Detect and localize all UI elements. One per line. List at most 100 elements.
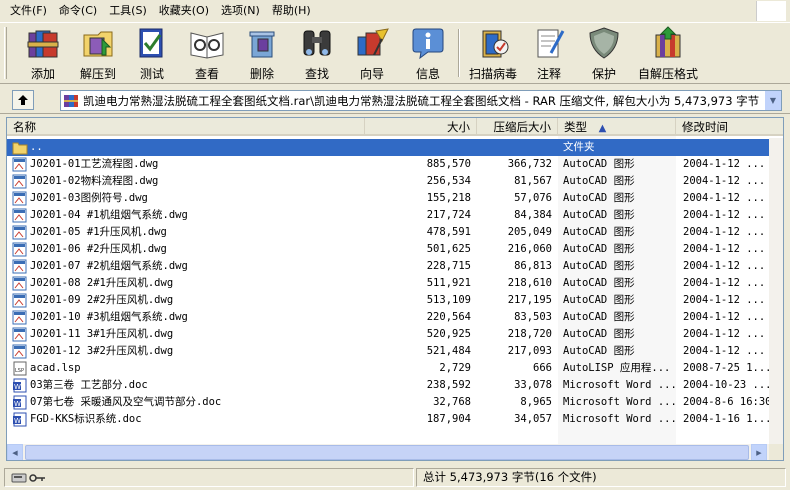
file-row[interactable]: W FGD-KKS标识系统.doc 187,904 34,057 Microsoft W…: [7, 411, 783, 428]
extract-to-icon: [83, 31, 113, 57]
file-row[interactable]: J0201-06 #2升压风机.dwg 501,625 216,060 AutoCAD…: [7, 241, 783, 258]
find-button[interactable]: 查找: [297, 25, 337, 83]
file-row[interactable]: W 07第七卷 采暖通风及空气调节部分.doc 32,768 8,965 Microso…: [7, 394, 783, 411]
rar-archive-icon: [64, 94, 78, 107]
menu-file[interactable]: 文件(F): [4, 1, 53, 21]
file-modified: 2004-10-23 ...: [683, 379, 772, 391]
file-row[interactable]: J0201-03图例符号.dwg 155,218 57,076 AutoCAD 图形 2…: [7, 190, 783, 207]
menu-favorites[interactable]: 收藏夹(O): [153, 1, 215, 21]
file-modified: 2004-1-12 ...: [683, 192, 766, 204]
file-packed-size: 8,965: [520, 396, 552, 408]
column-header-type[interactable]: 类型 ▲: [558, 118, 676, 136]
up-folder-button[interactable]: [12, 90, 34, 110]
column-header-name[interactable]: 名称: [7, 118, 365, 136]
add-button[interactable]: 添加: [20, 25, 66, 83]
file-size: 885,570: [426, 158, 471, 170]
file-row[interactable]: J0201-11 3#1升压风机.dwg 520,925 218,720 AutoCA…: [7, 326, 783, 343]
file-size: 217,724: [426, 209, 471, 221]
test-label: 测试: [139, 67, 164, 81]
view-button[interactable]: 查看: [185, 25, 229, 83]
find-icon: [303, 30, 331, 56]
column-header-packed[interactable]: 压缩后大小: [477, 118, 558, 136]
virus-scan-button[interactable]: 扫描病毒: [466, 25, 520, 83]
dwg-file-icon: [12, 293, 28, 308]
sort-ascending-icon: ▲: [598, 123, 607, 134]
wizard-button[interactable]: 向导: [352, 25, 392, 83]
wizard-icon: [357, 28, 389, 56]
virus-scan-icon: [482, 30, 509, 58]
svg-text:W: W: [14, 400, 21, 408]
file-type: Microsoft Word ...: [563, 413, 675, 425]
file-modified: 2004-1-12 ...: [683, 328, 766, 340]
file-row[interactable]: J0201-10 #3机组烟气系统.dwg 220,564 83,503 AutoCA…: [7, 309, 783, 326]
sfx-button[interactable]: 自解压格式: [636, 25, 700, 83]
file-row[interactable]: LSP acad.lsp 2,729 666 AutoLISP 应用程... 2008-7…: [7, 360, 783, 377]
file-type: AutoCAD 图形: [563, 175, 635, 187]
extract-to-button[interactable]: 解压到: [74, 25, 122, 83]
info-label: 信息: [415, 67, 440, 81]
column-header-size[interactable]: 大小: [365, 118, 477, 136]
doc-file-icon: W: [12, 412, 28, 427]
menu-tools[interactable]: 工具(S): [103, 1, 153, 21]
vertical-scrollbar[interactable]: [769, 138, 783, 444]
horizontal-scroll-thumb[interactable]: [25, 445, 749, 460]
file-modified: 2008-7-25 1...: [683, 362, 772, 374]
view-label: 查看: [194, 67, 219, 81]
horizontal-scrollbar[interactable]: ◀ ▶: [7, 444, 769, 460]
file-name: acad.lsp: [30, 362, 81, 374]
file-name: J0201-04 #1机组烟气系统.dwg: [30, 209, 188, 221]
file-type: AutoCAD 图形: [563, 158, 635, 170]
dwg-file-icon: [12, 242, 28, 257]
info-button[interactable]: 信息: [408, 25, 448, 83]
file-modified: 2004-1-12 ...: [683, 226, 766, 238]
file-type: AutoCAD 图形: [563, 243, 635, 255]
file-row[interactable]: J0201-05 #1升压风机.dwg 478,591 205,049 AutoCAD…: [7, 224, 783, 241]
menu-options[interactable]: 选项(N): [215, 1, 266, 21]
file-modified: 2004-1-12 ...: [683, 243, 766, 255]
scroll-right-button[interactable]: ▶: [751, 444, 767, 460]
menu-commands[interactable]: 命令(C): [53, 1, 103, 21]
dwg-file-icon: [12, 174, 28, 189]
drive-key-icon: [11, 473, 45, 482]
test-button[interactable]: 测试: [132, 25, 172, 83]
file-type: AutoCAD 图形: [563, 277, 635, 289]
file-name: J0201-05 #1升压风机.dwg: [30, 226, 167, 238]
protect-button[interactable]: 保护: [584, 25, 624, 83]
toolbar-grip: [4, 27, 7, 79]
file-modified: 2004-1-12 ...: [683, 294, 766, 306]
file-name: J0201-09 2#2升压风机.dwg: [30, 294, 174, 306]
scrollbar-corner: [769, 444, 783, 460]
lsp-file-icon: LSP: [12, 361, 28, 376]
file-packed-size: 86,813: [514, 260, 552, 272]
status-bar: 总计 5,473,973 字节(16 个文件): [0, 466, 790, 490]
file-modified: 2004-1-12 ...: [683, 260, 766, 272]
address-field[interactable]: 凯迪电力常熟湿法脱硫工程全套图纸文档.rar\凯迪电力常熟湿法脱硫工程全套图纸文…: [60, 90, 782, 111]
file-row[interactable]: W 03第三卷 工艺部分.doc 238,592 33,078 Microsoft Wo…: [7, 377, 783, 394]
column-header-modified[interactable]: 修改时间: [676, 118, 783, 136]
file-list: 名称 大小 压缩后大小 类型 ▲ 修改时间 .. 文件夹 J0201-01工艺流程图…: [6, 117, 784, 461]
file-packed-size: 217,093: [507, 345, 552, 357]
file-row[interactable]: J0201-04 #1机组烟气系统.dwg 217,724 84,384 AutoCA…: [7, 207, 783, 224]
file-row[interactable]: J0201-02物料流程图.dwg 256,534 81,567 AutoCAD 图形…: [7, 173, 783, 190]
file-packed-size: 205,049: [507, 226, 552, 238]
file-row[interactable]: J0201-07 #2机组烟气系统.dwg 228,715 86,813 AutoCA…: [7, 258, 783, 275]
file-row[interactable]: .. 文件夹: [7, 139, 783, 156]
scroll-left-button[interactable]: ◀: [7, 444, 23, 460]
file-row[interactable]: J0201-09 2#2升压风机.dwg 513,109 217,195 AutoCA…: [7, 292, 783, 309]
doc-file-icon: W: [12, 378, 28, 393]
file-packed-size: 34,057: [514, 413, 552, 425]
extract-to-label: 解压到: [79, 67, 116, 81]
menu-help[interactable]: 帮助(H): [266, 1, 317, 21]
file-name: J0201-06 #2升压风机.dwg: [30, 243, 167, 255]
file-size: 256,534: [426, 175, 471, 187]
delete-button[interactable]: 删除: [242, 25, 282, 83]
file-row[interactable]: J0201-01工艺流程图.dwg 885,570 366,732 AutoCAD 图…: [7, 156, 783, 173]
comment-label: 注释: [536, 67, 561, 81]
comment-button[interactable]: 注释: [529, 25, 569, 83]
protect-label: 保护: [591, 67, 616, 81]
file-row[interactable]: J0201-12 3#2升压风机.dwg 521,484 217,093 AutoCA…: [7, 343, 783, 360]
chevron-down-icon[interactable]: ▼: [764, 91, 781, 110]
dwg-file-icon: [12, 327, 28, 342]
comment-icon: [537, 29, 565, 58]
file-row[interactable]: J0201-08 2#1升压风机.dwg 511,921 218,610 AutoCA…: [7, 275, 783, 292]
